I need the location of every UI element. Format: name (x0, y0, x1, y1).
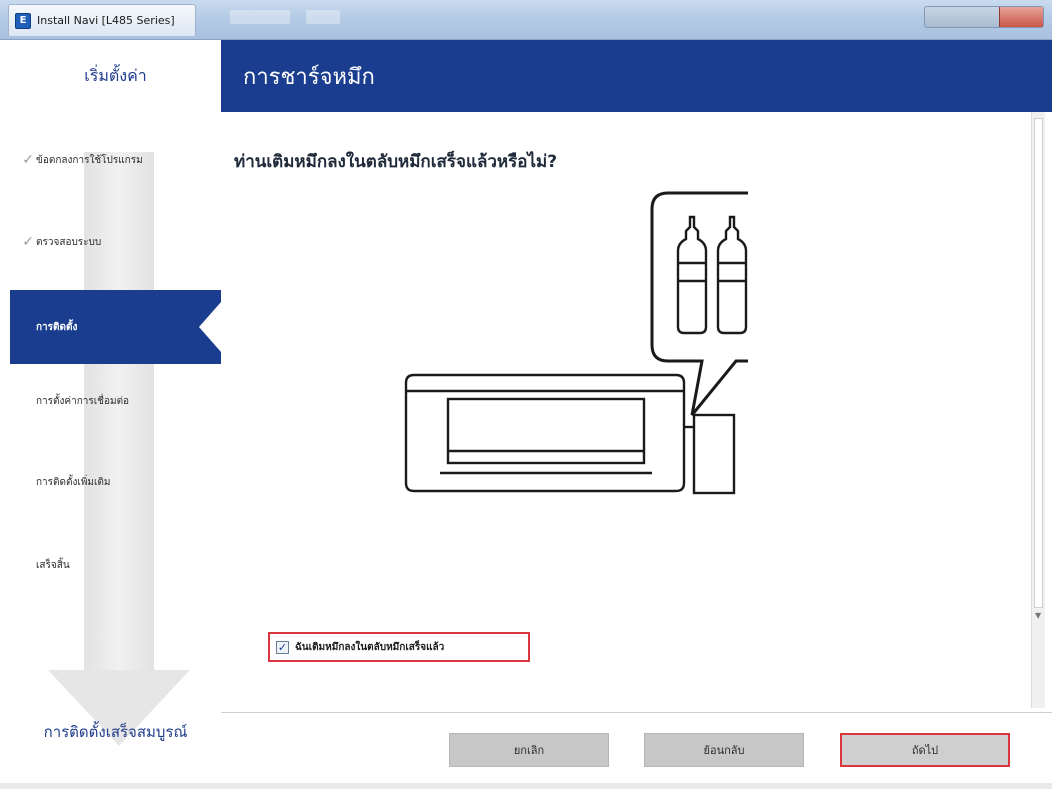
sidebar-header: เริ่มตั้งค่า (84, 65, 147, 85)
sidebar-step-additional: การติดตั้งเพิ่มเติม (10, 472, 221, 492)
step-sidebar: เริ่มตั้งค่า ✓ ข้อตกลงการใช้โปรแกรม ✓ ตร… (10, 40, 221, 782)
sidebar-step-finish: เสร็จสิ้น (10, 555, 221, 575)
window-title: Install Navi [L485 Series] (37, 14, 175, 27)
background-tab (306, 10, 340, 24)
printer-icon (404, 373, 736, 495)
cancel-button[interactable]: ยกเลิก (449, 733, 609, 767)
checkbox-checked-icon[interactable]: ✓ (276, 640, 289, 654)
sidebar-step-system-check: ✓ ตรวจสอบระบบ (10, 232, 221, 252)
app-icon: E (15, 12, 31, 29)
ink-fill-question: ท่านเติมหมึกลงในตลับหมึกเสร็จแล้วหรือไม่… (234, 152, 558, 172)
scrollbar-thumb[interactable] (1034, 118, 1043, 608)
progress-arrow-track (84, 152, 154, 672)
checkmark-icon: ✓ (22, 152, 34, 168)
ink-filled-confirm-checkbox[interactable]: ✓ ฉันเติมหมึกลงในตลับหมึกเสร็จแล้ว (268, 632, 530, 662)
sidebar-step-label: การตั้งค่าการเชื่อมต่อ (36, 395, 130, 407)
active-step-pointer (199, 302, 221, 352)
window-tab[interactable]: E Install Navi [L485 Series] (8, 4, 196, 36)
close-icon[interactable] (999, 7, 1043, 27)
window-controls[interactable] (924, 6, 1044, 28)
sidebar-step-connection: การตั้งค่าการเชื่อมต่อ (10, 391, 221, 411)
sidebar-step-label: ตรวจสอบระบบ (36, 236, 102, 248)
scroll-down-icon[interactable]: ▼ (1035, 611, 1041, 620)
sidebar-step-label: ข้อตกลงการใช้โปรแกรม (36, 154, 143, 166)
checkmark-icon: ✓ (22, 234, 34, 250)
sidebar-step-agreement: ✓ ข้อตกลงการใช้โปรแกรม (10, 150, 221, 170)
back-button[interactable]: ย้อนกลับ (644, 733, 804, 767)
sidebar-step-label: เสร็จสิ้น (36, 559, 70, 571)
next-button[interactable]: ถัดไป (840, 733, 1010, 767)
background-tab (230, 10, 290, 24)
window-titlebar: E Install Navi [L485 Series] (0, 0, 1052, 40)
sidebar-step-label: การติดตั้งเพิ่มเติม (36, 476, 111, 488)
sidebar-footer: การติดตั้งเสร็จสมบูรณ์ (43, 723, 188, 741)
printer-ink-illustration (404, 191, 748, 495)
sidebar-step-label: การติดตั้ง (36, 321, 78, 333)
page-title: การชาร์จหมึก (221, 40, 1052, 112)
window-bottom-edge (0, 783, 1052, 789)
sidebar-step-installation: การติดตั้ง (10, 290, 221, 364)
confirm-checkbox-label: ฉันเติมหมึกลงในตลับหมึกเสร็จแล้ว (295, 641, 445, 653)
vertical-scrollbar[interactable]: ▼ (1031, 112, 1045, 708)
